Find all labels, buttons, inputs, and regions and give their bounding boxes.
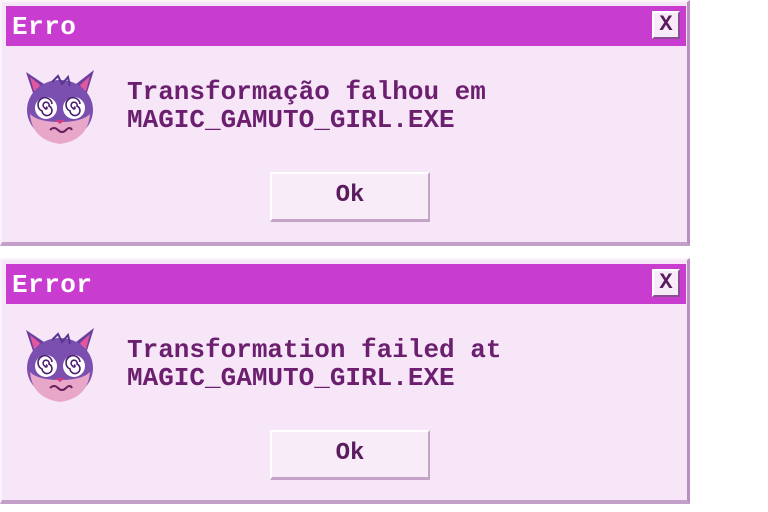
- error-dialog-pt: Erro X Transformação falhou em MAGIC_GAM…: [0, 0, 690, 246]
- message-line-1: Transformação falhou em: [127, 77, 486, 107]
- dialog-title: Error: [12, 270, 93, 300]
- error-message: Transformação falhou em MAGIC_GAMUTO_GIR…: [127, 78, 486, 134]
- dizzy-cat-icon: [26, 70, 94, 144]
- ok-button[interactable]: Ok: [270, 430, 430, 480]
- message-line-2: MAGIC_GAMUTO_GIRL.EXE: [127, 363, 455, 393]
- title-bar[interactable]: Erro X: [6, 6, 686, 46]
- close-button[interactable]: X: [652, 11, 680, 39]
- ok-button[interactable]: Ok: [270, 172, 430, 222]
- error-message: Transformation failed at MAGIC_GAMUTO_GI…: [127, 336, 501, 392]
- message-line-2: MAGIC_GAMUTO_GIRL.EXE: [127, 105, 455, 135]
- error-dialog-en: Error X Transformation failed at MAGIC_G…: [0, 258, 690, 504]
- dialog-title: Erro: [12, 12, 77, 42]
- title-bar[interactable]: Error X: [6, 264, 686, 304]
- message-line-1: Transformation failed at: [127, 335, 502, 365]
- dizzy-cat-icon: [26, 328, 94, 402]
- close-button[interactable]: X: [652, 269, 680, 297]
